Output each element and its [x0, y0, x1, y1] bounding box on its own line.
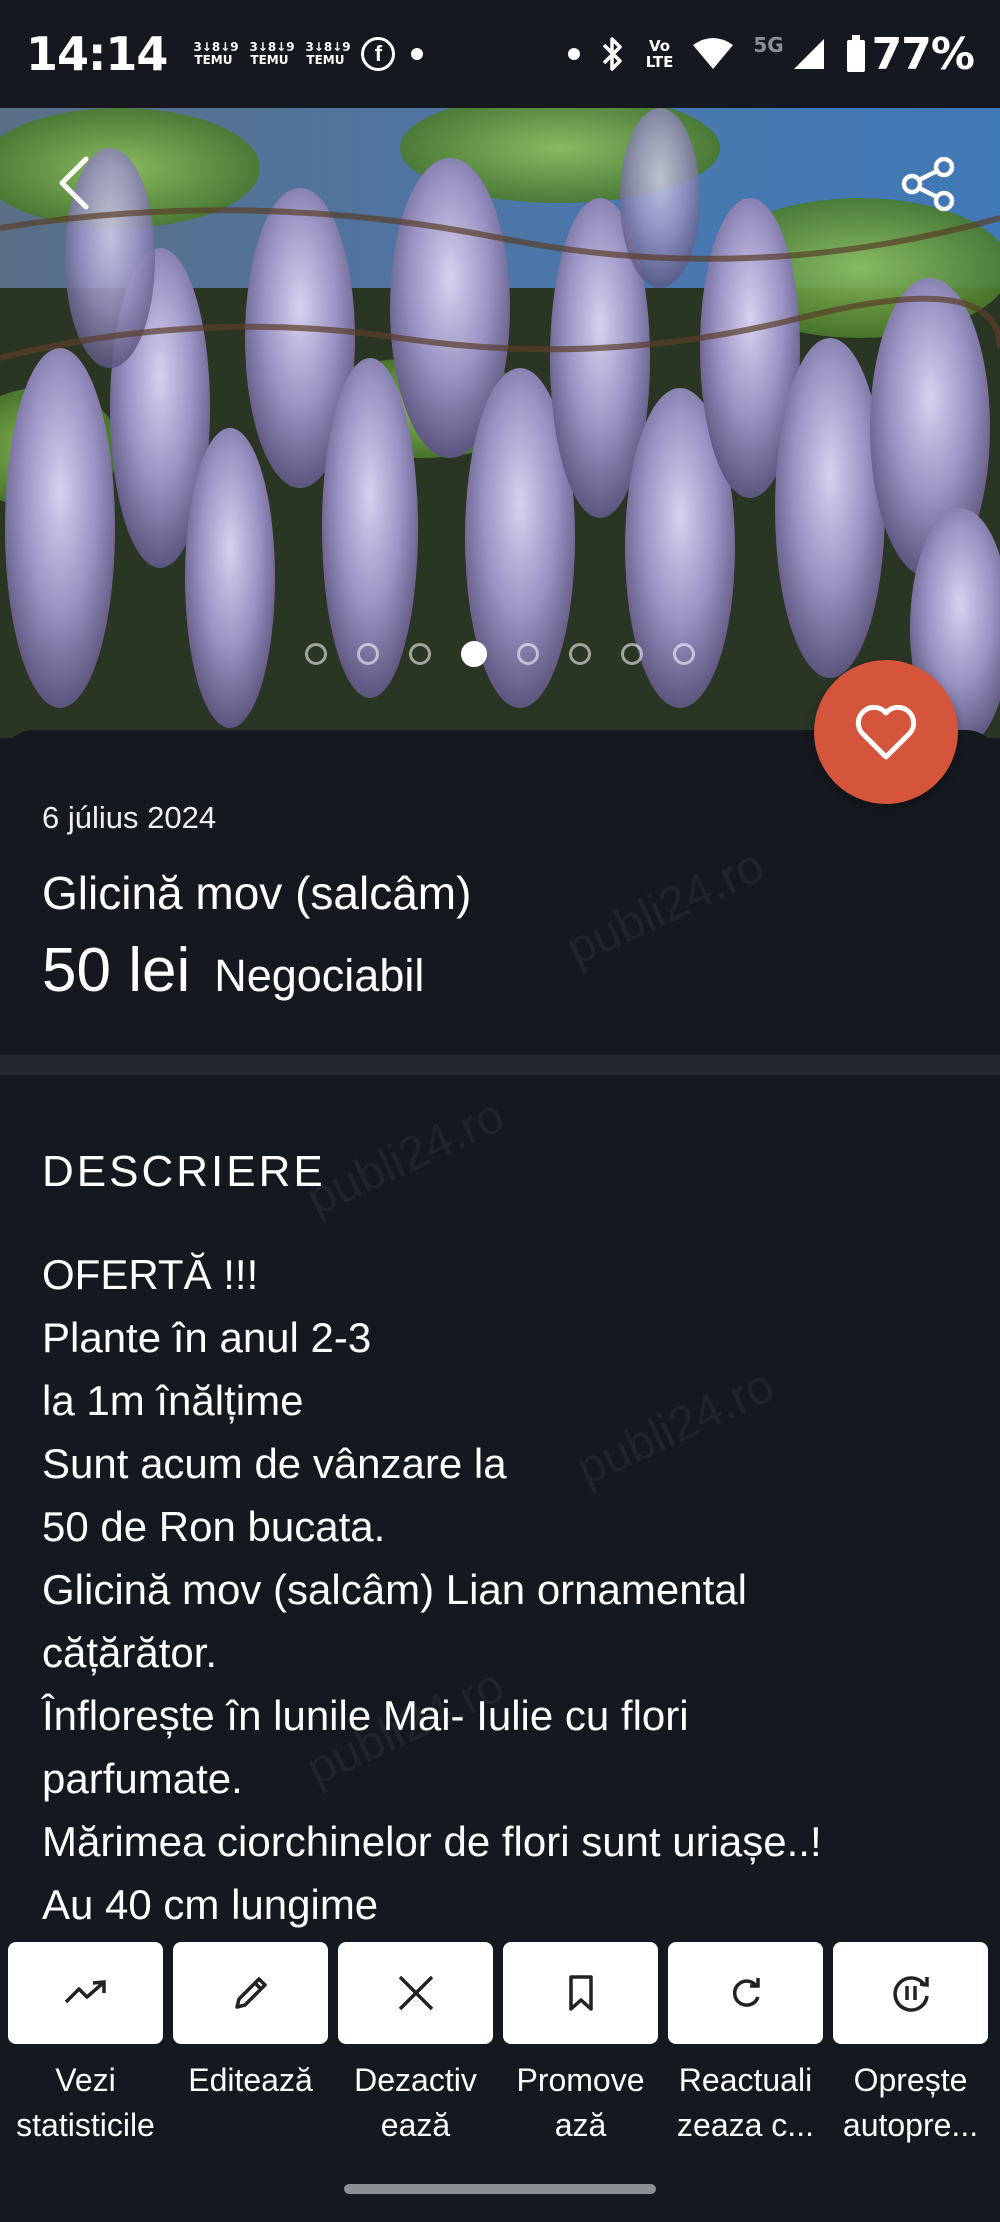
favorite-button[interactable] — [814, 660, 958, 804]
edit-button[interactable] — [173, 1942, 328, 2044]
status-bar: 14:14 3↓8↓9 TEMU 3↓8↓9 TEMU 3↓8↓9 TEMU f Vo… — [0, 0, 1000, 108]
promote-label: Promove ază — [516, 2062, 645, 2143]
notification-icons: 3↓8↓9 TEMU 3↓8↓9 TEMU 3↓8↓9 TEMU f — [193, 37, 424, 71]
notification-dot-icon — [411, 48, 424, 60]
price-negotiable: Negociabil — [214, 950, 425, 1001]
back-button[interactable] — [44, 148, 104, 218]
share-icon — [901, 156, 955, 212]
description-line: Mărimea ciorchinelor de flori sunt uriaș… — [42, 1818, 822, 1865]
edit-action[interactable]: Editează — [173, 1942, 328, 2162]
listing-image-carousel[interactable] — [0, 108, 1000, 738]
battery-percent: 77% — [871, 28, 975, 80]
view-stats-button[interactable] — [8, 1942, 163, 2044]
wifi-icon — [693, 38, 734, 69]
stop-autorenew-action[interactable]: Oprește autopre... — [833, 1942, 988, 2162]
pencil-icon — [234, 1977, 267, 2009]
description-heading: DESCRIERE — [42, 1147, 326, 1196]
temu-icon: 3↓8↓9 TEMU — [305, 40, 351, 67]
listing-price: 50 lei — [42, 936, 191, 1005]
network-type: 5G — [753, 33, 784, 57]
bluetooth-icon — [602, 37, 622, 71]
signal-icon — [793, 39, 824, 69]
carousel-pager[interactable] — [0, 641, 1000, 667]
description-line: Înflorește în lunile Mai- Iulie cu flori — [42, 1692, 689, 1739]
refresh-label: Reactuali zeaza c... — [677, 2062, 814, 2143]
chevron-left-icon — [59, 156, 89, 210]
carousel-dot[interactable] — [357, 643, 379, 665]
pause-auto-icon — [892, 1976, 929, 2012]
view-stats-action[interactable]: Vezi statisticile — [8, 1942, 163, 2162]
promote-button[interactable] — [503, 1942, 658, 2044]
description-section: DESCRIERE OFERTĂ !!! Plante în anul 2-3 … — [0, 1075, 1000, 1955]
refresh-action[interactable]: Reactuali zeaza c... — [668, 1942, 823, 2162]
trending-up-icon — [64, 1980, 106, 2004]
volte-icon: Vo LTE — [645, 37, 674, 71]
system-icons: Vo LTE 5G 77% — [567, 28, 975, 80]
carousel-dot[interactable] — [409, 643, 431, 665]
description-line: Sunt acum de vânzare la — [42, 1440, 507, 1487]
temu-icon: 3↓8↓9 TEMU — [249, 40, 295, 67]
stop-autorenew-button[interactable] — [833, 1942, 988, 2044]
stop-autorenew-label: Oprește autopre... — [842, 2062, 979, 2143]
description-line: Glicină mov (salcâm) Lian ornamental — [42, 1566, 747, 1613]
listing-date: 6 július 2024 — [42, 800, 217, 835]
description-line: Au 40 cm lungime — [42, 1881, 379, 1928]
description-line: la 1m înălțime — [42, 1377, 304, 1424]
carousel-dot[interactable] — [673, 643, 695, 665]
status-time: 14:14 — [26, 27, 168, 81]
carousel-dot[interactable] — [461, 641, 487, 667]
carousel-dot[interactable] — [305, 643, 327, 665]
refresh-icon — [732, 1978, 760, 2007]
dot-icon — [567, 48, 580, 60]
description-line: parfumate. — [42, 1755, 243, 1802]
listing-title: Glicină mov (salcâm) — [42, 867, 472, 919]
description-line: Plante în anul 2-3 — [42, 1314, 372, 1361]
promote-action[interactable]: Promove ază — [503, 1942, 658, 2162]
deactivate-label: Dezactiv ează — [354, 2062, 477, 2143]
share-button[interactable] — [896, 152, 960, 216]
facebook-icon: f — [361, 37, 396, 71]
deactivate-button[interactable] — [338, 1942, 493, 2044]
battery-icon — [846, 35, 865, 72]
deactivate-action[interactable]: Dezactiv ează — [338, 1942, 493, 2162]
description-line: OFERTĂ !!! — [42, 1251, 259, 1298]
view-stats-label: Vezi statisticile — [16, 2062, 155, 2143]
description-line: cățărător. — [42, 1629, 218, 1676]
bookmark-icon — [568, 1975, 593, 2011]
price-row: 50 lei Negociabil — [42, 935, 424, 1006]
edit-label: Editează — [188, 2062, 313, 2098]
description-line: 50 de Ron bucata. — [42, 1503, 386, 1550]
gesture-navigation-bar[interactable] — [344, 2184, 656, 2194]
carousel-dot[interactable] — [621, 643, 643, 665]
description-body: OFERTĂ !!! Plante în anul 2-3 la 1m înăl… — [42, 1243, 972, 1936]
heart-icon — [855, 704, 917, 760]
close-icon — [398, 1975, 433, 2011]
refresh-button[interactable] — [668, 1942, 823, 2044]
carousel-dot[interactable] — [517, 643, 539, 665]
temu-icon: 3↓8↓9 TEMU — [193, 40, 239, 67]
carousel-dot[interactable] — [569, 643, 591, 665]
section-divider — [0, 1055, 1000, 1075]
owner-actions-bar: Vezistatisticile Editează Dezactivează — [0, 1942, 1000, 2162]
